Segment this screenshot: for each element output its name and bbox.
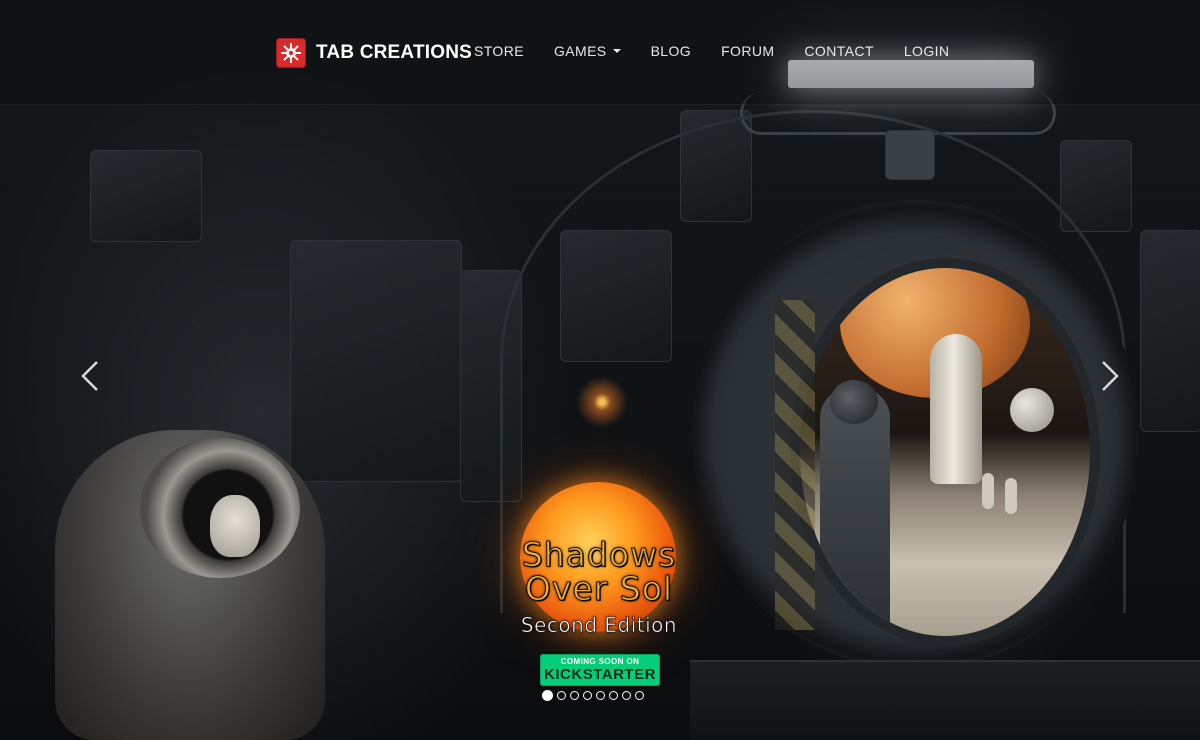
kickstarter-logo-text: KICKSTARTER	[544, 666, 656, 683]
wall-panel	[290, 240, 462, 482]
nav-item-label: GAMES	[553, 43, 607, 59]
ceiling-box	[885, 130, 935, 180]
carousel-next-button[interactable]	[1090, 356, 1130, 396]
carousel-prev-button[interactable]	[70, 356, 110, 396]
wall-panel	[90, 150, 202, 242]
sparks	[572, 372, 632, 432]
moon	[1010, 388, 1054, 432]
nav-item-games[interactable]: GAMES	[554, 42, 621, 60]
chevron-left-icon	[81, 361, 98, 391]
nav-item-label: BLOG	[650, 43, 692, 59]
astronaut-helmet	[830, 380, 878, 424]
nav-item-label: LOGIN	[903, 43, 950, 59]
chevron-right-icon	[1102, 361, 1119, 391]
carousel-indicator[interactable]	[596, 691, 605, 700]
caret-down-icon	[612, 49, 621, 53]
skull	[210, 495, 260, 557]
carousel-indicator[interactable]	[542, 690, 553, 701]
nav-item-blog[interactable]: BLOG	[651, 42, 692, 60]
tab-creations-logo-icon	[276, 38, 306, 68]
carousel-indicators	[542, 690, 644, 701]
nav-item-forum[interactable]: FORUM	[721, 42, 774, 60]
promo-title-line2: Over Sol	[524, 569, 674, 608]
promo-title-line1: Shadows	[521, 535, 677, 574]
astronaut	[820, 388, 890, 636]
main-nav: STORE GAMES BLOG FORUM CONTACT LOGIN	[474, 42, 979, 60]
brand-name: TAB CREATIONS	[316, 42, 473, 63]
carousel-indicator[interactable]	[622, 691, 631, 700]
brand-link[interactable]: TAB CREATIONS	[276, 38, 472, 68]
nav-item-label: CONTACT	[804, 43, 874, 59]
nav-item-store[interactable]: STORE	[474, 42, 524, 60]
promo-subtitle: Second Edition	[520, 613, 678, 637]
distant-astronaut	[982, 473, 994, 509]
floor-plating	[690, 660, 1200, 740]
wall-panel	[1140, 230, 1200, 432]
carousel-indicator[interactable]	[583, 691, 592, 700]
nav-item-label: FORUM	[721, 43, 775, 59]
carousel-indicator[interactable]	[609, 691, 618, 700]
porthole-view	[790, 258, 1100, 646]
distant-astronaut	[1005, 478, 1017, 514]
nav-item-label: STORE	[474, 43, 524, 59]
rocket	[930, 334, 982, 484]
hazard-stripes	[775, 300, 815, 630]
navbar: TAB CREATIONS STORE GAMES BLOG FORUM CON…	[0, 0, 1200, 105]
carousel-indicator[interactable]	[635, 691, 644, 700]
slide-promo: Shadows Over Sol Second Edition COMING S…	[486, 478, 712, 690]
nav-item-contact[interactable]: CONTACT	[804, 42, 873, 60]
carousel-indicator[interactable]	[557, 691, 566, 700]
gear-logo-icon	[281, 43, 301, 63]
nav-item-login[interactable]: LOGIN	[904, 42, 950, 60]
carousel-indicator[interactable]	[570, 691, 579, 700]
kickstarter-badge[interactable]: COMING SOON ON KICKSTARTER	[540, 654, 660, 686]
